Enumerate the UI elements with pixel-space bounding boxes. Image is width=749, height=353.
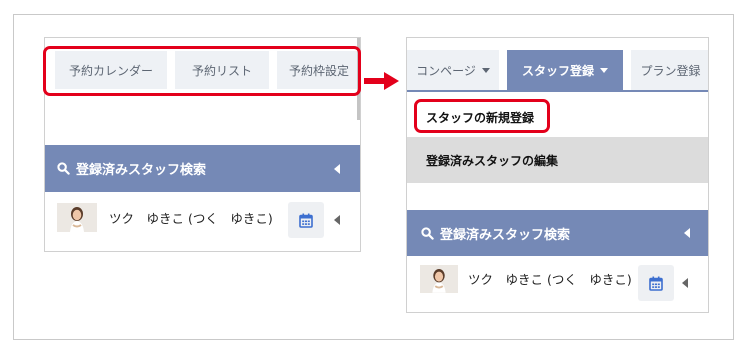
calendar-button[interactable] (638, 265, 674, 301)
tabs-highlight-box (43, 46, 361, 96)
staff-search-bar[interactable]: 登録済みスタッフ検索 (45, 145, 360, 192)
menu-item-label: 登録済みスタッフの編集 (426, 153, 559, 168)
collapse-caret-icon[interactable] (684, 228, 690, 238)
right-screen: コンページ スタッフ登録 プラン登録 スタッフの新規登録 登録済みスタッフの編集… (406, 37, 709, 313)
search-title: 登録済みスタッフ検索 (76, 163, 207, 178)
tab-label: スタッフ登録 (521, 63, 594, 78)
expand-caret-icon[interactable] (682, 278, 688, 288)
search-icon (57, 162, 70, 175)
tab-plan-registration[interactable]: プラン登録 (631, 50, 708, 90)
staff-avatar (420, 265, 458, 293)
tab-staff-registration[interactable]: スタッフ登録 (507, 50, 623, 90)
search-icon (421, 226, 434, 240)
calendar-button[interactable] (288, 202, 324, 238)
tab-underline (407, 90, 708, 92)
tab-top-page[interactable]: コンページ (407, 50, 499, 90)
right-arrow-icon (364, 72, 399, 90)
chevron-down-icon (600, 67, 608, 73)
tab-label: コンページ (416, 63, 476, 78)
chevron-down-icon (481, 67, 490, 73)
staff-name[interactable]: ツク ゆきこ (つく ゆきこ) (468, 269, 632, 288)
staff-search-bar[interactable]: 登録済みスタッフ検索 (407, 210, 708, 256)
collapse-caret-icon[interactable] (334, 163, 340, 174)
calendar-icon (299, 213, 313, 228)
staff-name[interactable]: ツク ゆきこ (つく ゆきこ) (109, 208, 273, 227)
search-title: 登録済みスタッフ検索 (440, 227, 571, 243)
staff-avatar (57, 203, 97, 232)
menu-highlight-box (414, 99, 550, 133)
menu-item-edit-staff[interactable]: 登録済みスタッフの編集 (407, 137, 708, 183)
expand-caret-icon[interactable] (334, 215, 340, 225)
tab-label: プラン登録 (640, 63, 701, 78)
calendar-icon (649, 276, 663, 291)
